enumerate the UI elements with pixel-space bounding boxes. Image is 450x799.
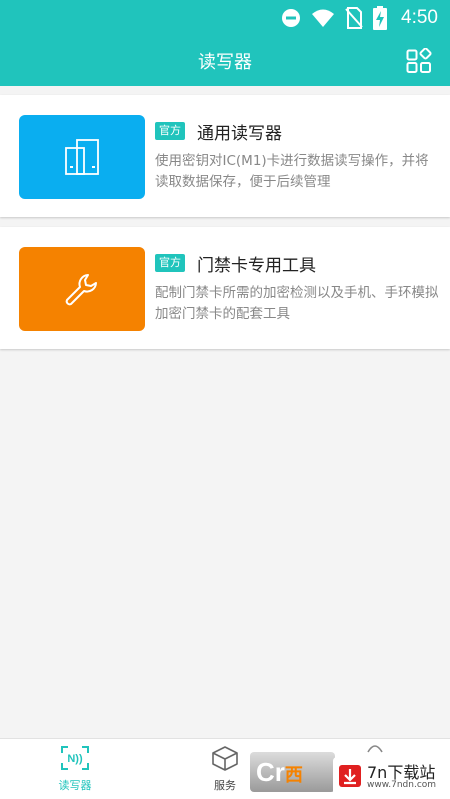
watermark-site-url: www.7ndn.com <box>367 780 437 790</box>
watermark-logo: Cr西 <box>250 752 335 792</box>
tool-thumbnail <box>19 115 145 199</box>
tool-name: 门禁卡专用工具 <box>197 256 316 276</box>
nav-tab-label: 读写器 <box>58 779 92 792</box>
nav-tab-reader[interactable]: N)) 读写器 <box>45 745 105 793</box>
page-title: 读写器 <box>198 52 252 73</box>
official-badge: 官方 <box>155 122 185 140</box>
official-badge: 官方 <box>155 254 185 272</box>
do-not-disturb-icon <box>282 9 301 27</box>
apps-grid-icon[interactable] <box>406 48 432 74</box>
box-icon <box>212 746 238 771</box>
tool-description: 配制门禁卡所需的加密检测以及手机、手环模拟加密门禁卡的配套工具 <box>155 285 439 322</box>
battery-charging-icon <box>373 6 388 30</box>
status-bar: 4:50 <box>0 0 450 36</box>
wrench-icon <box>65 274 97 306</box>
tool-card-access[interactable]: 官方 门禁卡专用工具 配制门禁卡所需的加密检测以及手机、手环模拟加密门禁卡的配套… <box>0 227 450 349</box>
wifi-icon <box>312 9 335 27</box>
no-sim-icon <box>345 7 363 29</box>
card-reader-icon <box>65 139 99 175</box>
app-bar: 读写器 <box>0 36 450 86</box>
tool-name: 通用读写器 <box>197 124 282 144</box>
svg-text:N)): N)) <box>67 753 83 765</box>
nfc-reader-icon: N)) <box>61 746 89 770</box>
tool-description: 使用密钥对IC(M1)卡进行数据读写操作，并将读取数据保存，便于后续管理 <box>155 153 429 190</box>
tool-card-reader[interactable]: 官方 通用读写器 使用密钥对IC(M1)卡进行数据读写操作，并将读取数据保存，便… <box>0 95 450 217</box>
nav-tab-service[interactable]: 服务 <box>195 745 255 793</box>
partial-nav-icon <box>367 745 383 753</box>
download-icon <box>339 765 361 787</box>
status-time: 4:50 <box>401 7 438 28</box>
nav-tab-label: 服务 <box>214 779 236 792</box>
watermark-site-badge: 7n下载站 www.7ndn.com <box>333 757 448 795</box>
tool-thumbnail <box>19 247 145 331</box>
